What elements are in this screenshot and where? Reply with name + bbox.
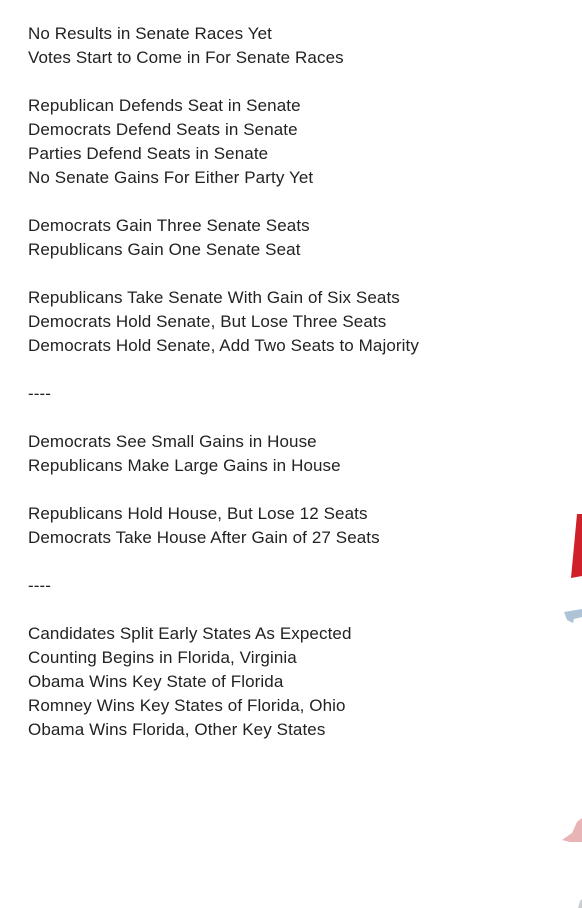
pink-shape-fragment bbox=[562, 818, 582, 842]
grey-shape-fragment bbox=[578, 899, 582, 908]
headline: Republicans Hold House, But Lose 12 Seat… bbox=[28, 504, 368, 523]
headline: Parties Defend Seats in Senate bbox=[28, 144, 269, 163]
headline: Democrats Gain Three Senate Seats bbox=[28, 216, 310, 235]
headline: Obama Wins Key State of Florida bbox=[28, 672, 284, 691]
section-separator: ---- bbox=[28, 576, 52, 595]
headline: Votes Start to Come in For Senate Races bbox=[28, 48, 344, 67]
red-shape-fragment bbox=[571, 514, 582, 578]
headline-list: No Results in Senate Races Yet Votes Sta… bbox=[28, 22, 558, 742]
headline: Democrats Hold Senate, Add Two Seats to … bbox=[28, 336, 419, 355]
headline: No Senate Gains For Either Party Yet bbox=[28, 168, 314, 187]
headline: Republicans Gain One Senate Seat bbox=[28, 240, 301, 259]
edge-decoration bbox=[562, 514, 582, 908]
headline: Candidates Split Early States As Expecte… bbox=[28, 624, 352, 643]
headline: No Results in Senate Races Yet bbox=[28, 24, 272, 43]
headline: Counting Begins in Florida, Virginia bbox=[28, 648, 297, 667]
headline: Democrats See Small Gains in House bbox=[28, 432, 317, 451]
headline: Romney Wins Key States of Florida, Ohio bbox=[28, 696, 346, 715]
headline: Democrats Take House After Gain of 27 Se… bbox=[28, 528, 380, 547]
headline: Republicans Make Large Gains in House bbox=[28, 456, 341, 475]
section-separator: ---- bbox=[28, 384, 52, 403]
headline: Obama Wins Florida, Other Key States bbox=[28, 720, 326, 739]
blue-shape-fragment bbox=[564, 609, 582, 623]
headline: Democrats Hold Senate, But Lose Three Se… bbox=[28, 312, 387, 331]
headline: Republican Defends Seat in Senate bbox=[28, 96, 301, 115]
headline: Republicans Take Senate With Gain of Six… bbox=[28, 288, 400, 307]
headline: Democrats Defend Seats in Senate bbox=[28, 120, 298, 139]
